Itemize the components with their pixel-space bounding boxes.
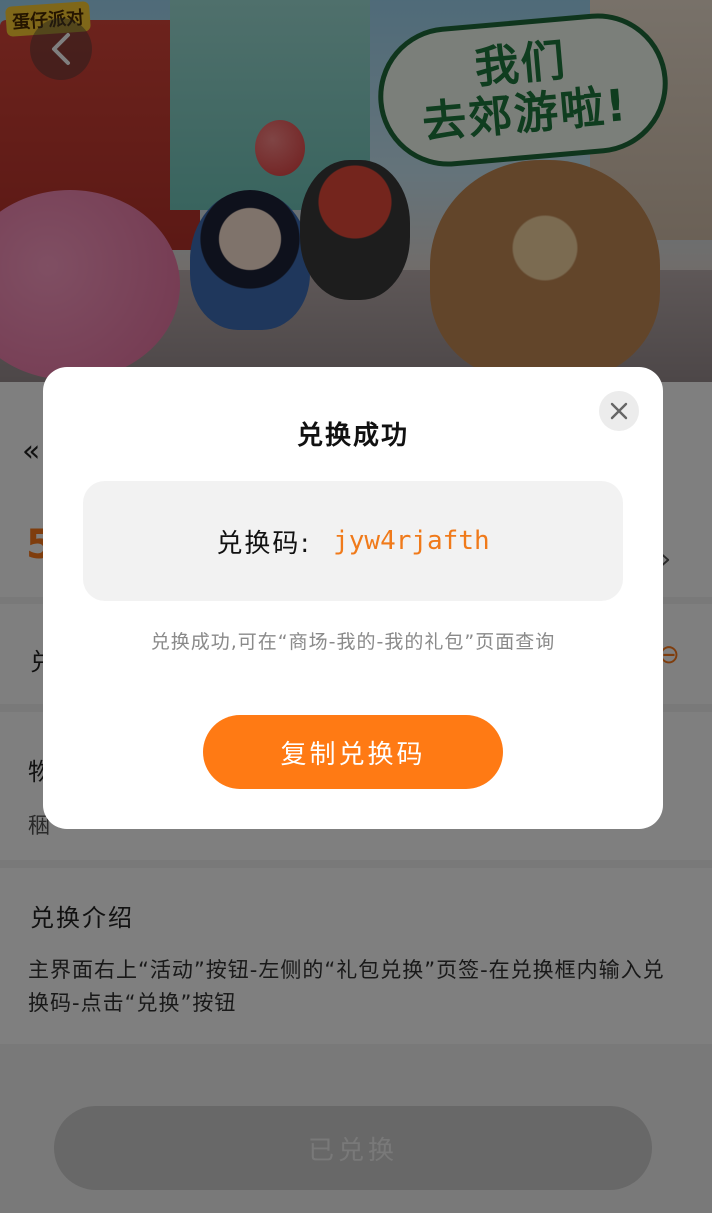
code-value: jyw4rjafth — [333, 526, 490, 556]
copy-code-button[interactable]: 复制兑换码 — [203, 715, 503, 789]
success-dialog: 兑换成功 兑换码: jyw4rjafth 兑换成功,可在“商场-我的-我的礼包”… — [43, 367, 663, 829]
close-button[interactable] — [599, 391, 639, 431]
close-icon — [610, 402, 628, 420]
dialog-title: 兑换成功 — [296, 421, 409, 451]
code-label: 兑换码: — [216, 528, 312, 559]
hint-text: 兑换成功,可在“商场-我的-我的礼包”页面查询 — [150, 631, 556, 653]
code-box: 兑换码: jyw4rjafth — [83, 481, 623, 601]
